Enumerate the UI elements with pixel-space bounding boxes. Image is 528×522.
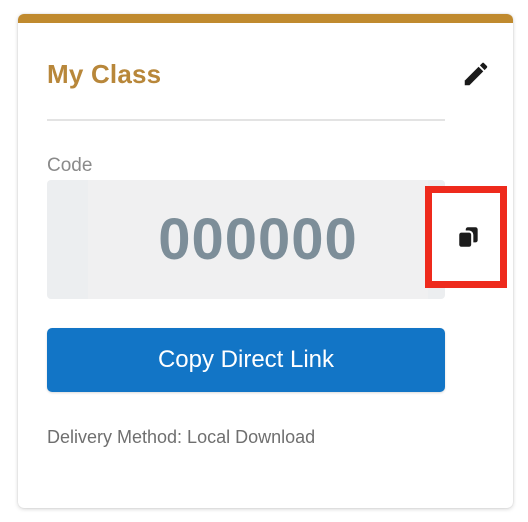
- class-card: My Class Code 000000 Copy Direct Link De…: [18, 14, 513, 508]
- code-box: 000000: [47, 180, 445, 299]
- card-title: My Class: [47, 59, 162, 89]
- delivery-method-text: Delivery Method: Local Download: [47, 427, 316, 447]
- card-accent-bar: [18, 14, 513, 23]
- edit-button[interactable]: [458, 56, 494, 92]
- copy-icon: [459, 227, 478, 247]
- code-label: Code: [47, 155, 93, 176]
- copy-direct-link-button[interactable]: Copy Direct Link: [47, 328, 445, 392]
- copy-direct-link-label: Copy Direct Link: [157, 346, 335, 373]
- copy-code-button[interactable]: [451, 219, 487, 255]
- class-code-value: 000000: [158, 207, 358, 272]
- pencil-icon: [464, 62, 488, 86]
- title-divider: [47, 119, 445, 121]
